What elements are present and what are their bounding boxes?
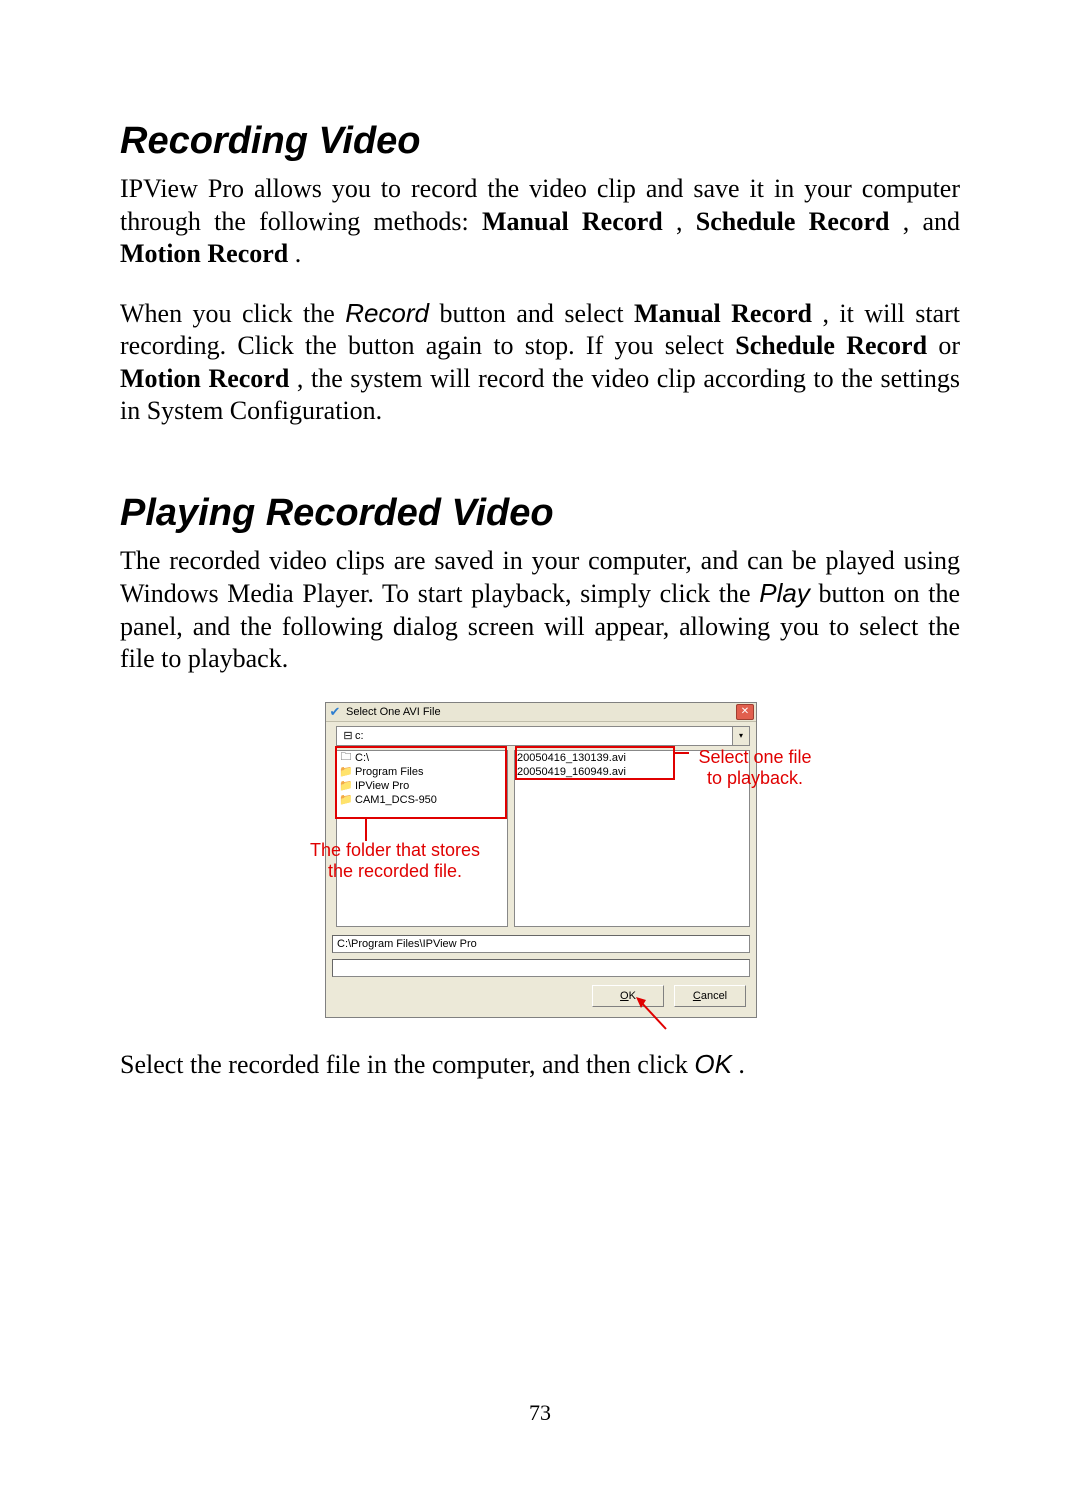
folder-label: C:\ (355, 752, 369, 764)
dialog-wrapper: Select one file to playback. The folder … (325, 702, 755, 1018)
folder-item[interactable]: 📁 Program Files (337, 765, 507, 779)
text: The folder that stores (280, 840, 510, 862)
app-icon: ✔ (328, 705, 342, 719)
text: , and (903, 207, 960, 236)
text: or (938, 331, 960, 360)
text: to playback. (685, 768, 825, 790)
file-label: 20050416_130139.avi (517, 752, 626, 764)
dialog-titlebar: ✔ Select One AVI File ✕ (326, 703, 756, 722)
text-bold: Schedule Record (735, 331, 927, 360)
folder-label: Program Files (355, 766, 423, 778)
text: C (693, 990, 701, 1002)
text-bold: Motion Record (120, 364, 289, 393)
drive-label: c: (355, 730, 364, 742)
paragraph-recording-2: When you click the Record button and sel… (120, 297, 960, 428)
text: O (620, 990, 629, 1002)
folder-list[interactable]: 🗀 C:\ 📁 Program Files 📁 IPView Pro 📁 CAM… (336, 750, 508, 927)
path-display: C:\Program Files\IPView Pro (332, 935, 750, 953)
text-italic: Record (345, 298, 429, 328)
text: , (676, 207, 696, 236)
text: Select one file (685, 747, 825, 769)
close-icon[interactable]: ✕ (736, 704, 754, 720)
folder-item[interactable]: 📁 CAM1_DCS-950 (337, 793, 507, 807)
text: When you click the (120, 299, 345, 328)
folder-label: CAM1_DCS-950 (355, 794, 437, 806)
text-italic: Play (759, 578, 810, 608)
cancel-button[interactable]: Cancel (674, 985, 746, 1007)
dropdown-icon[interactable]: ▾ (733, 726, 750, 746)
dialog-button-row: OK Cancel (326, 985, 756, 1017)
text-bold: Motion Record (120, 239, 288, 268)
paragraph-after-dialog: Select the recorded file in the computer… (120, 1048, 960, 1082)
text: . (295, 239, 302, 268)
text-bold: Manual Record (482, 207, 663, 236)
text: button and select (439, 299, 634, 328)
folder-icon: 📁 (339, 779, 353, 792)
heading-recording: Recording Video (120, 120, 960, 163)
file-label: 20050419_160949.avi (517, 766, 626, 778)
callout-connector (365, 819, 367, 841)
text: Select the recorded file in the computer… (120, 1050, 694, 1079)
text: the recorded file. (280, 861, 510, 883)
text: . (738, 1050, 745, 1079)
heading-playing: Playing Recorded Video (120, 492, 960, 535)
callout-file-label: Select one file to playback. (685, 747, 825, 790)
filename-input[interactable] (332, 959, 750, 977)
page-number: 73 (0, 1400, 1080, 1426)
drive-selector-row: ⊟ c: ▾ (326, 722, 756, 748)
text: ancel (701, 990, 727, 1002)
callout-folder-label: The folder that stores the recorded file… (280, 840, 510, 883)
text-bold: Manual Record (634, 299, 812, 328)
path-row: C:\Program Files\IPView Pro (326, 933, 756, 955)
dialog-title: Select One AVI File (346, 706, 441, 718)
paragraph-playing-1: The recorded video clips are saved in yo… (120, 545, 960, 676)
folder-item[interactable]: 📁 IPView Pro (337, 779, 507, 793)
drive-select[interactable]: ⊟ c: (336, 726, 733, 746)
folder-item[interactable]: 🗀 C:\ (337, 751, 507, 765)
filename-row (326, 955, 756, 985)
folder-icon: 📁 (339, 765, 353, 778)
folder-label: IPView Pro (355, 780, 409, 792)
callout-arrow-icon (632, 993, 672, 1033)
text-bold: Schedule Record (696, 207, 890, 236)
drive-icon: ⊟ (341, 729, 355, 742)
paragraph-recording-1: IPView Pro allows you to record the vide… (120, 173, 960, 271)
folder-icon: 📁 (339, 793, 353, 806)
text-italic: OK (694, 1049, 732, 1079)
